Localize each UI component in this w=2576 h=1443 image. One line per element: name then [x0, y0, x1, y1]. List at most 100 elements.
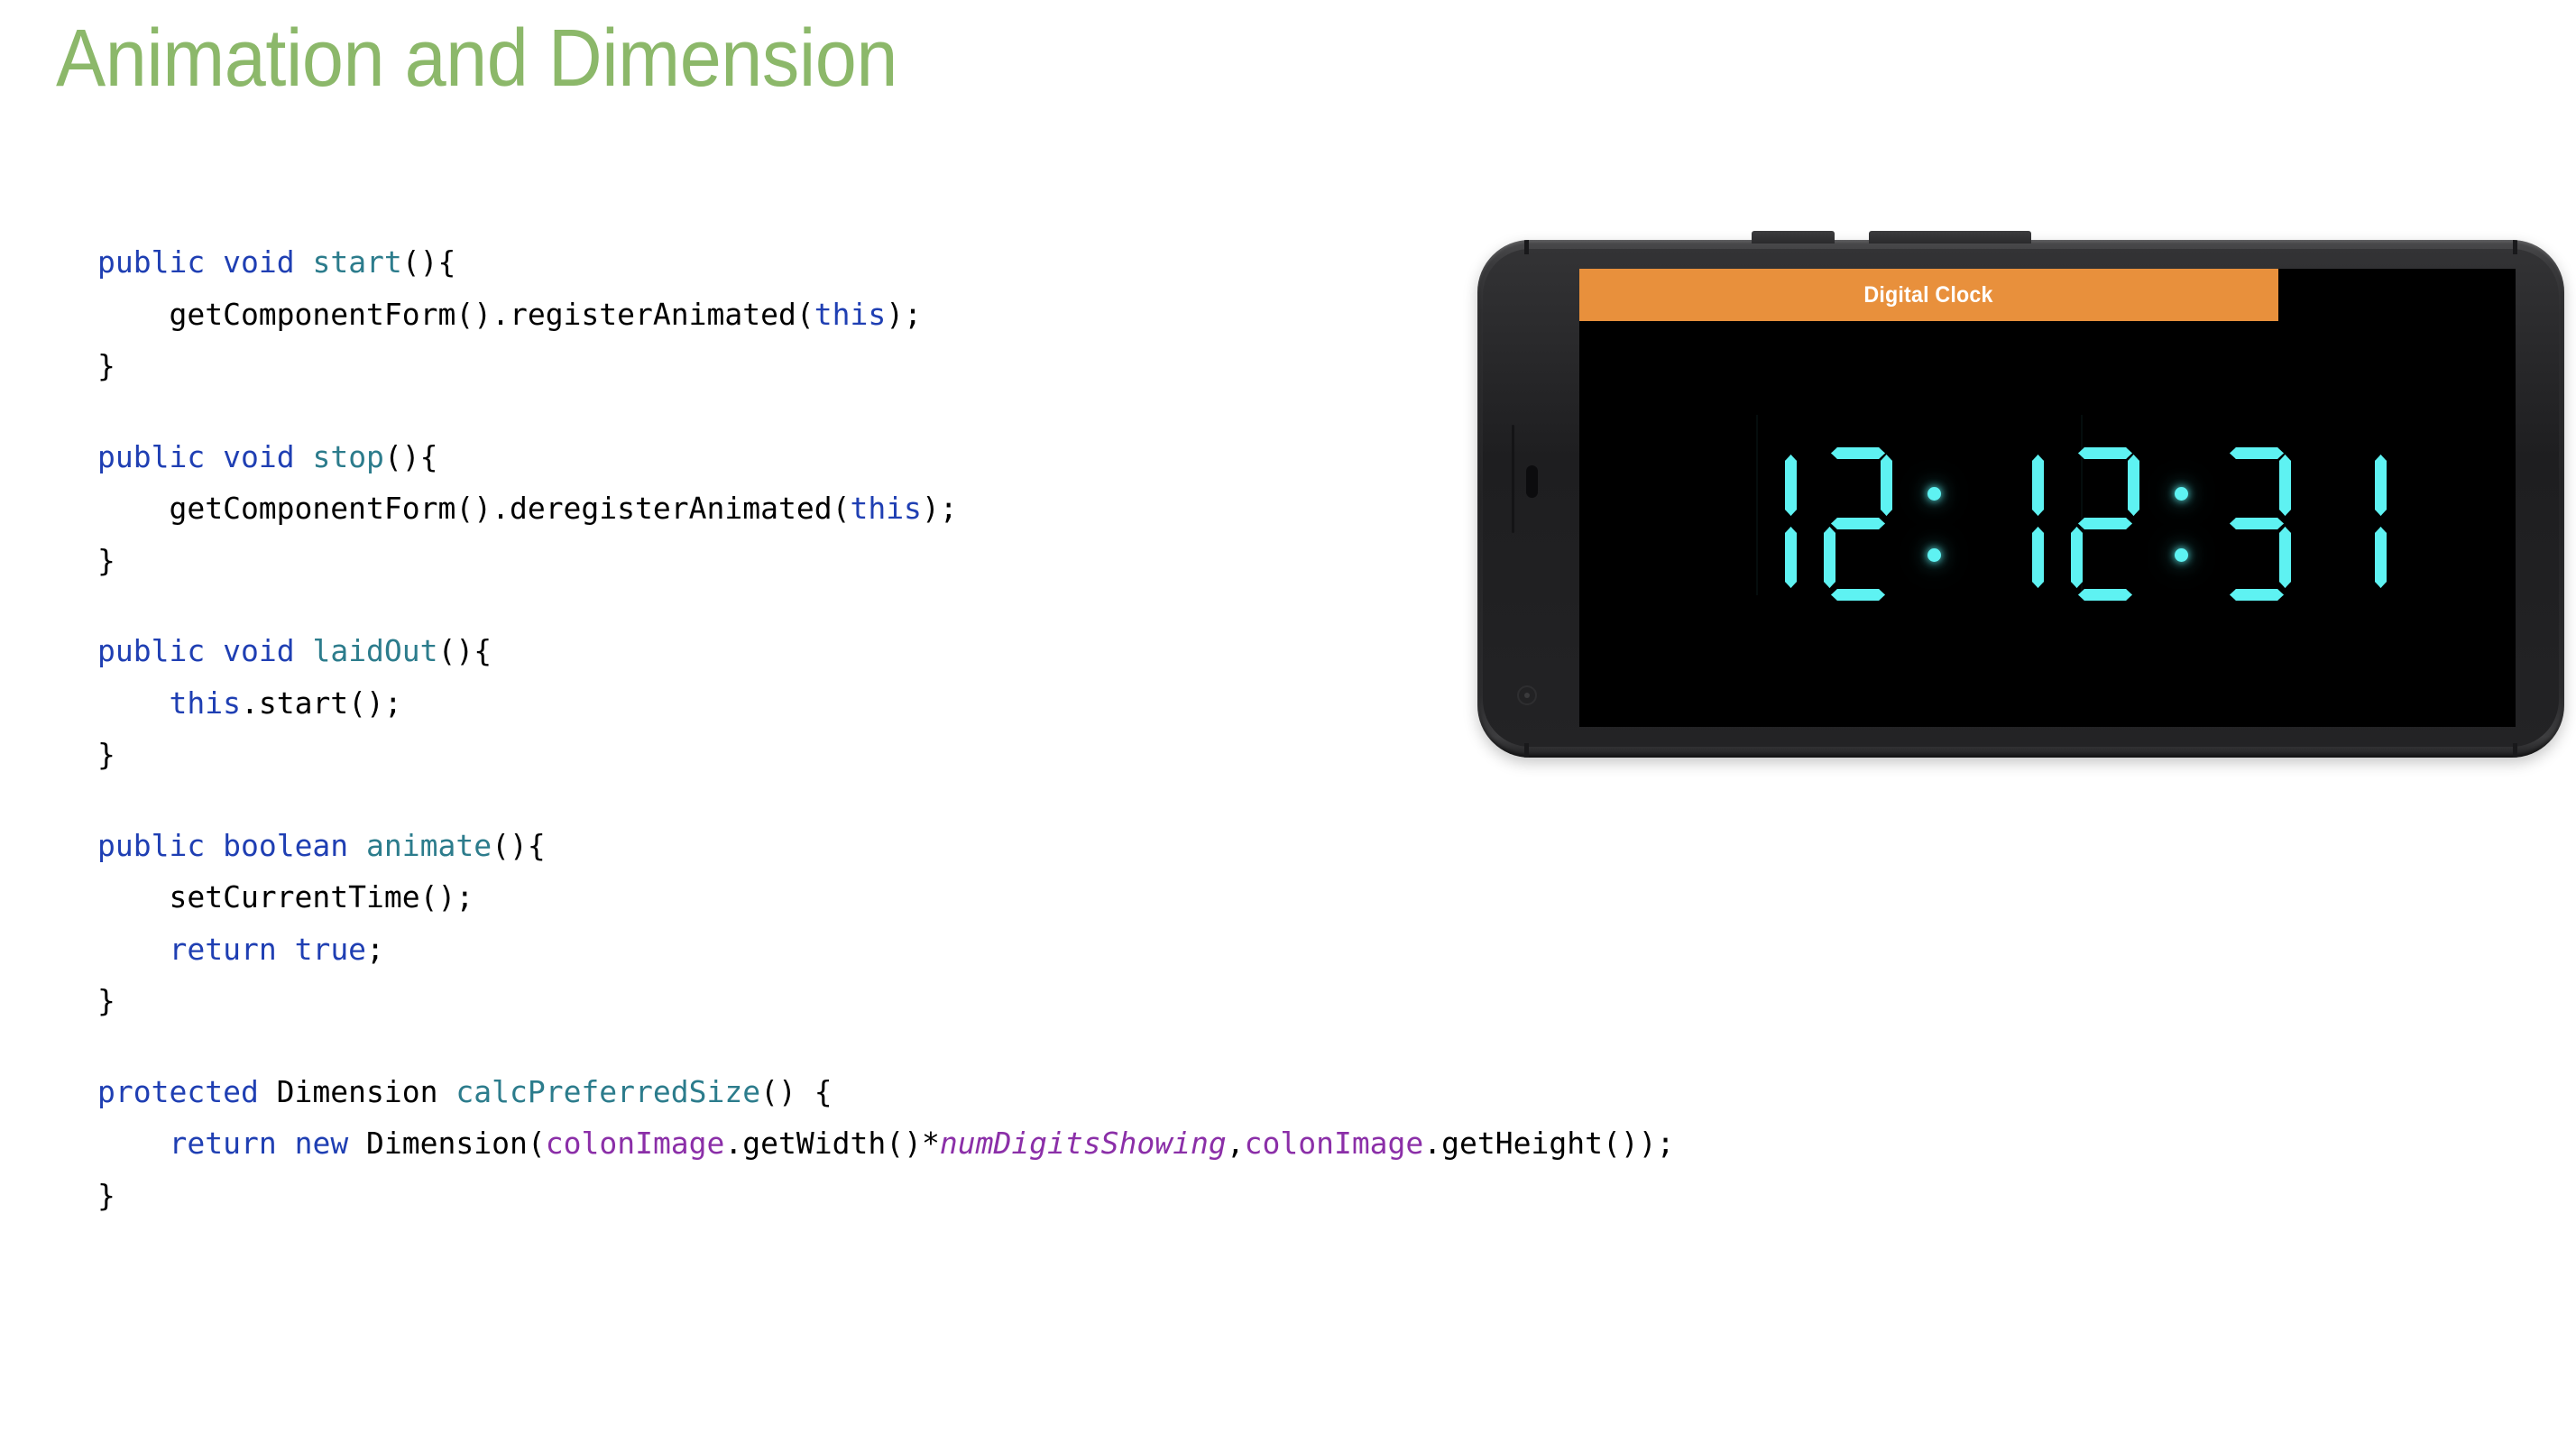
volume-button[interactable] [1752, 231, 1835, 244]
code-token: () { [760, 1073, 833, 1109]
code-line: getComponentForm().deregisterAnimated(th… [97, 483, 1674, 535]
segment-c [2279, 527, 2291, 588]
segment-c [2032, 527, 2044, 588]
segment-d [2230, 589, 2284, 601]
code-token: setCurrentTime(); [97, 879, 474, 915]
code-token: .start(); [240, 685, 402, 721]
clock-digit [1970, 447, 2049, 601]
code-token: calcPreferredSize [455, 1073, 761, 1109]
clock-colon [2158, 447, 2203, 601]
phone-rim-top-left [1524, 240, 1529, 254]
code-line: public boolean animate(){ [97, 820, 1674, 872]
segment-a [1831, 447, 1885, 459]
code-token: } [97, 1177, 115, 1213]
code-token: } [97, 348, 115, 383]
code-token: ); [886, 296, 922, 332]
code-token: this [850, 491, 922, 526]
clock-digit [1723, 447, 1802, 601]
phone-body: Digital Clock [1477, 240, 2564, 758]
code-line: getComponentForm().registerAnimated(this… [97, 289, 1674, 341]
code-token: this [169, 685, 241, 721]
code-token: } [97, 983, 115, 1018]
code-line: protected Dimension calcPreferredSize() … [97, 1066, 1674, 1118]
phone-screen[interactable]: Digital Clock [1579, 269, 2516, 727]
code-token: ; [366, 931, 384, 967]
code-line: } [97, 340, 1674, 392]
code-token: void [223, 438, 295, 474]
code-line: setCurrentTime(); [97, 871, 1674, 924]
segment-c [2375, 527, 2387, 588]
code-token: colonImage [545, 1126, 725, 1161]
clock-colon [1911, 447, 1956, 601]
code-line: public void stop(){ [97, 431, 1674, 483]
digital-clock-display [1579, 321, 2516, 727]
code-line: this.start(); [97, 677, 1674, 730]
code-line: return new Dimension(colonImage.getWidth… [97, 1117, 1674, 1170]
segment-b [2032, 455, 2044, 516]
code-token: Dimension( [348, 1126, 546, 1161]
segment-b [1881, 455, 1892, 516]
code-token: numDigitsShowing [939, 1126, 1227, 1161]
segment-g [2078, 518, 2132, 529]
code-token: laidOut [312, 633, 438, 668]
code-token: boolean [223, 827, 349, 863]
app-title-label: Digital Clock [1863, 281, 1994, 308]
code-token: } [97, 542, 115, 578]
code-line: } [97, 535, 1674, 587]
segment-b [1785, 455, 1797, 516]
segment-e [2071, 527, 2083, 588]
code-token: return [169, 931, 277, 967]
code-token: (){ [437, 633, 492, 668]
segment-d [1831, 589, 1885, 601]
code-token: public [97, 827, 206, 863]
colon-dot [2175, 548, 2188, 562]
code-line: } [97, 729, 1674, 781]
segment-b [2128, 455, 2139, 516]
code-token: this [814, 296, 887, 332]
segment-g [2230, 518, 2284, 529]
code-token: true [294, 931, 367, 967]
code-token: void [223, 244, 295, 280]
code-line: return true; [97, 924, 1674, 976]
segment-b [2375, 455, 2387, 516]
code-line: } [97, 975, 1674, 1027]
code-line: public void laidOut(){ [97, 625, 1674, 677]
code-token: ); [921, 491, 958, 526]
code-token: new [294, 1126, 349, 1161]
segment-a [2230, 447, 2284, 459]
code-token: (){ [492, 827, 546, 863]
speaker-grille-icon [1512, 425, 1514, 533]
code-token: return [169, 1126, 277, 1161]
code-token: colonImage [1244, 1126, 1424, 1161]
code-token: public [97, 244, 206, 280]
proximity-sensor-icon [1526, 465, 1538, 498]
code-token: , [1226, 1126, 1245, 1161]
code-token: public [97, 438, 206, 474]
code-token: getComponentForm().deregisterAnimated( [97, 491, 851, 526]
code-token: .getWidth()* [724, 1126, 940, 1161]
camera-lens-icon [1517, 685, 1537, 705]
code-token: getComponentForm().registerAnimated( [97, 296, 814, 332]
colon-dot [1927, 548, 1941, 562]
code-token: .getHeight()); [1423, 1126, 1675, 1161]
code-token: (){ [383, 438, 438, 474]
code-token: (){ [401, 244, 456, 280]
segment-b [2279, 455, 2291, 516]
power-button[interactable] [1869, 231, 2031, 244]
colon-dot [1927, 487, 1941, 501]
colon-dot [2175, 487, 2188, 501]
clock-digit [2065, 447, 2145, 601]
segment-e [1824, 527, 1835, 588]
code-token: animate [366, 827, 492, 863]
phone-rim-top-right [2513, 240, 2517, 254]
